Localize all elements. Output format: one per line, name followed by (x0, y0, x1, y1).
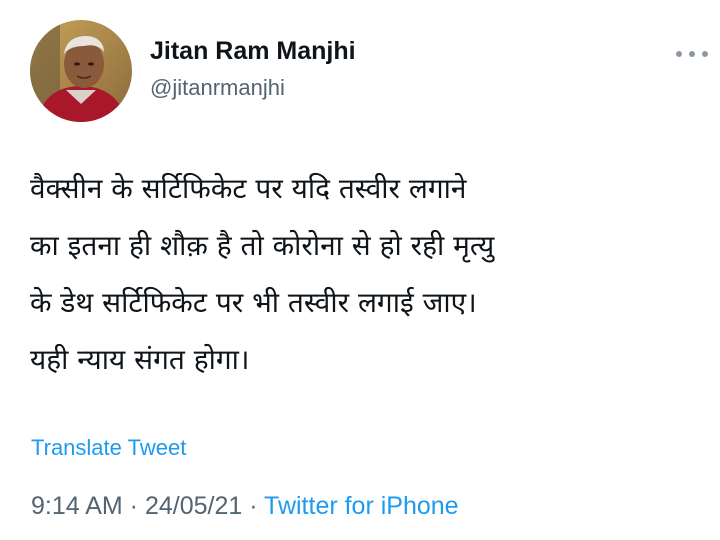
more-horizontal-icon (689, 51, 695, 57)
avatar-photo-icon (30, 20, 132, 122)
tweet-time[interactable]: 9:14 AM (31, 492, 123, 520)
more-horizontal-icon (702, 51, 708, 57)
more-options-button[interactable] (676, 44, 708, 64)
tweet-metadata: 9:14 AM · 24/05/21 · Twitter for iPhone (31, 490, 459, 522)
author-name[interactable]: Jitan Ram Manjhi (150, 36, 356, 66)
author-handle[interactable]: @jitanrmanjhi (150, 74, 285, 102)
tweet-text-line: के डेथ सर्टिफिकेट पर भी तस्वीर लगाई जाए। (30, 286, 477, 319)
tweet-text-line: वैक्सीन के सर्टिफिकेट पर यदि तस्वीर लगान… (30, 172, 467, 205)
translate-tweet-link[interactable]: Translate Tweet (31, 434, 186, 462)
tweet-text-line: यही न्याय संगत होगा। (30, 343, 250, 376)
meta-separator: · (122, 492, 145, 520)
meta-separator: · (242, 492, 265, 520)
tweet-date[interactable]: 24/05/21 (145, 492, 242, 520)
tweet-source-link[interactable]: Twitter for iPhone (264, 492, 459, 520)
tweet-card: Jitan Ram Manjhi @jitanrmanjhi वैक्सीन क… (0, 0, 720, 540)
avatar[interactable] (30, 20, 132, 122)
more-horizontal-icon (676, 51, 682, 57)
tweet-text-line: का इतना ही शौक़ है तो कोरोना से हो रही म… (30, 229, 495, 262)
tweet-text: वैक्सीन के सर्टिफिकेट पर यदि तस्वीर लगान… (30, 160, 710, 388)
